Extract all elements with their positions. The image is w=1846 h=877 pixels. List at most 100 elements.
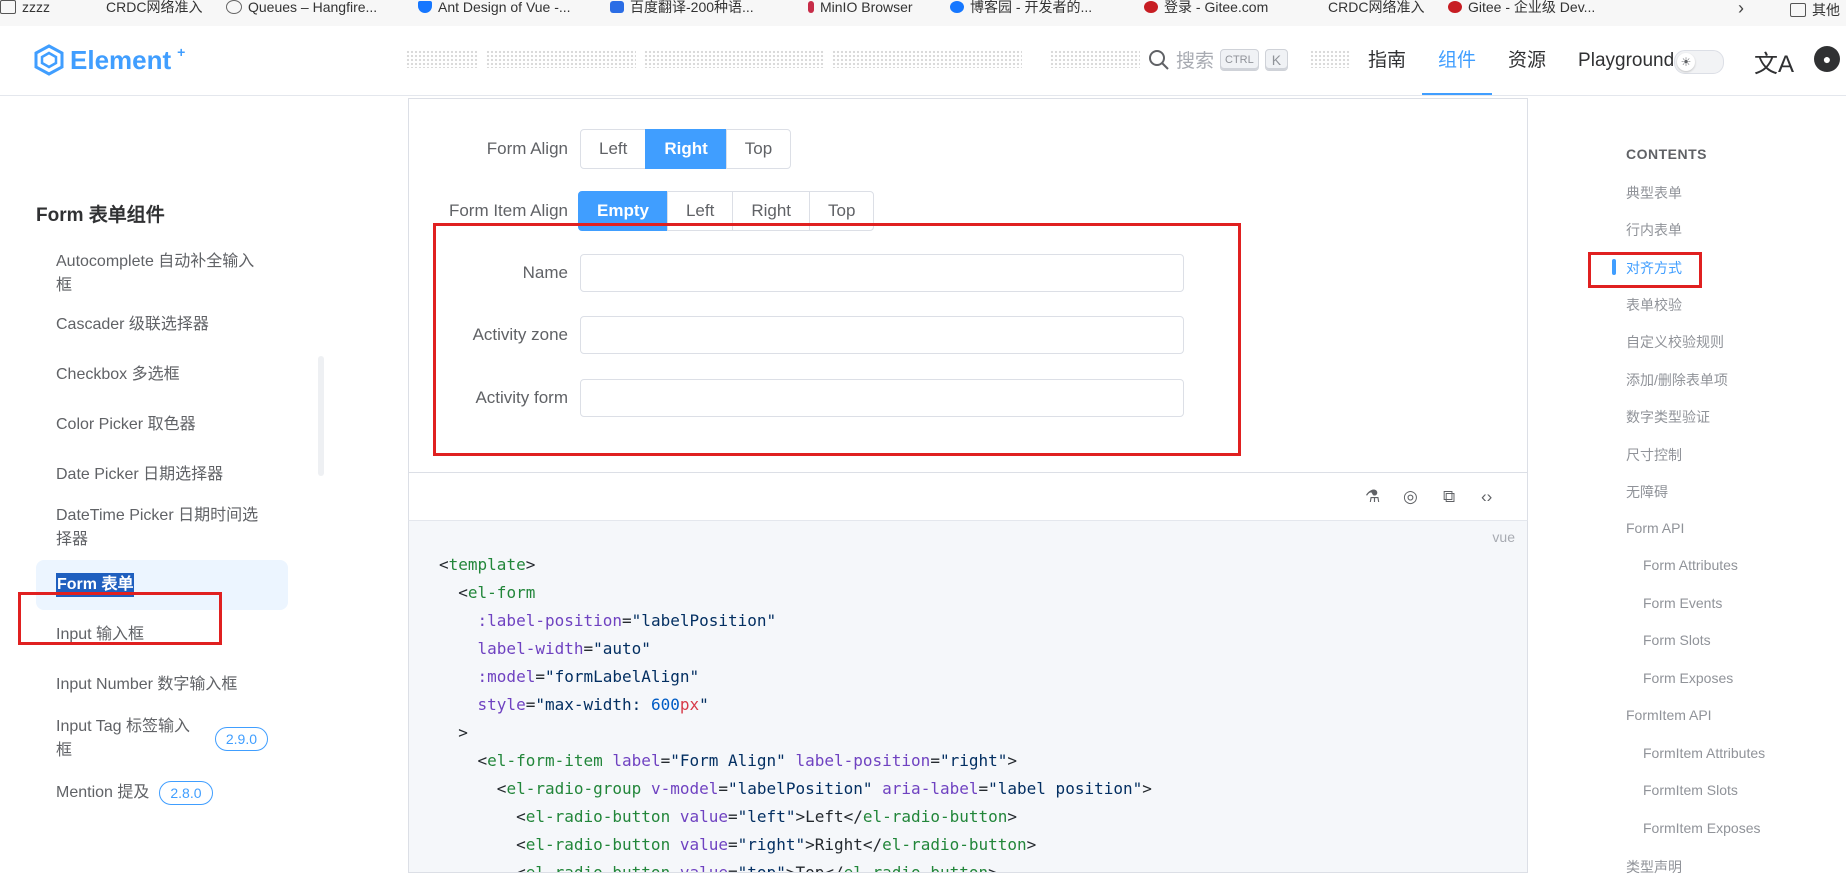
decor-dots-3 bbox=[644, 50, 824, 68]
toc-item[interactable]: 自定义校验规则 bbox=[1626, 332, 1724, 352]
chevron-right-icon[interactable]: › bbox=[1738, 0, 1744, 19]
kbd-k: K bbox=[1264, 48, 1289, 71]
toc-item[interactable]: 表单校验 bbox=[1626, 295, 1682, 315]
form-align-label: Form Align bbox=[486, 139, 568, 158]
top-navbar: Element + 搜索 CTRL K 指南 组件 资源 Playground ☀… bbox=[0, 26, 1846, 96]
copy-icon[interactable]: ⧉ bbox=[1443, 487, 1455, 507]
toc-item[interactable]: 添加/删除表单项 bbox=[1626, 370, 1728, 390]
github-icon[interactable]: ● bbox=[1814, 46, 1840, 72]
toc-item[interactable]: 类型声明 bbox=[1626, 857, 1682, 877]
bookmark-antdv[interactable]: Ant Design of Vue -... bbox=[418, 0, 571, 14]
sidebar-item-input-tag[interactable]: Input Tag 标签输入框 2.9.0 bbox=[36, 710, 288, 768]
folder-icon bbox=[1790, 3, 1806, 17]
toc-subitem[interactable]: FormItem Exposes bbox=[1643, 820, 1760, 836]
bookmark-baidu-translate[interactable]: 百度翻译-200种语... bbox=[610, 0, 754, 14]
nav-guide[interactable]: 指南 bbox=[1352, 26, 1422, 95]
sidebar-item-input-number[interactable]: Input Number 数字输入框 bbox=[36, 660, 288, 710]
form-align-left-button[interactable]: Left bbox=[580, 129, 647, 169]
code-block[interactable]: vue <template> <el-form :label-position=… bbox=[408, 520, 1528, 873]
sidebar-list: Autocomplete 自动补全输入框 Cascader 级联选择器 Chec… bbox=[36, 246, 288, 818]
decor-dots-6 bbox=[1310, 50, 1350, 68]
code-lines: <template> <el-form :label-position="lab… bbox=[439, 555, 1152, 873]
decor-dots-5 bbox=[1050, 50, 1140, 68]
sidebar: Form 表单组件 Autocomplete 自动补全输入框 Cascader … bbox=[0, 96, 330, 871]
annotation-box-form bbox=[433, 223, 1241, 456]
github-icon[interactable]: ◎ bbox=[1403, 487, 1418, 507]
kbd-ctrl: CTRL bbox=[1220, 48, 1259, 71]
main-nav: 指南 组件 资源 Playground bbox=[1352, 26, 1690, 95]
bookmark-crdc-2[interactable]: CRDC网络准入 bbox=[1328, 0, 1424, 14]
translate-icon bbox=[610, 1, 624, 13]
nav-resource[interactable]: 资源 bbox=[1492, 26, 1562, 95]
toc-subitem[interactable]: FormItem Attributes bbox=[1643, 745, 1765, 761]
form-align-radio-group: Left Right Top bbox=[580, 129, 792, 169]
version-badge: 2.9.0 bbox=[214, 727, 268, 751]
element-hexagon-icon bbox=[34, 44, 64, 76]
bookmark-gitee-login[interactable]: 登录 - Gitee.com bbox=[1144, 0, 1268, 14]
toc-subitem[interactable]: Form Events bbox=[1643, 595, 1722, 611]
toc-title: CONTENTS bbox=[1626, 146, 1707, 162]
ant-design-icon bbox=[418, 1, 432, 13]
sidebar-item-date-picker[interactable]: Date Picker 日期选择器 bbox=[36, 450, 288, 500]
theme-toggle[interactable]: ☀ bbox=[1674, 50, 1724, 74]
toc-subitem[interactable]: FormItem Slots bbox=[1643, 782, 1738, 798]
form-align-right-button[interactable]: Right bbox=[645, 129, 727, 169]
bookmark-gitee-dev[interactable]: Gitee - 企业级 Dev... bbox=[1448, 0, 1595, 14]
sidebar-item-color-picker[interactable]: Color Picker 取色器 bbox=[36, 400, 288, 450]
translate-icon[interactable]: 文A bbox=[1754, 44, 1794, 79]
bookmark-other-folder[interactable]: 其他 bbox=[1790, 0, 1840, 20]
bookmark-minio[interactable]: MinIO Browser bbox=[808, 0, 913, 14]
sidebar-item-mention[interactable]: Mention 提及 2.8.0 bbox=[36, 768, 288, 818]
bookmark-zzzz[interactable]: zzzz bbox=[0, 0, 50, 14]
minio-icon bbox=[808, 1, 814, 13]
search-icon bbox=[1149, 49, 1169, 70]
toc-subitem[interactable]: Form Attributes bbox=[1643, 557, 1738, 573]
sidebar-item-datetime-picker[interactable]: DateTime Picker 日期时间选择器 bbox=[36, 500, 288, 556]
logo-plus: + bbox=[177, 44, 186, 60]
toc-subitem[interactable]: Form Exposes bbox=[1643, 670, 1733, 686]
decor-dots-1 bbox=[406, 50, 478, 68]
sidebar-scrollbar[interactable] bbox=[318, 356, 324, 476]
toc-subitem[interactable]: Form Slots bbox=[1643, 632, 1711, 648]
bookmark-hangfire[interactable]: Queues – Hangfire... bbox=[226, 0, 377, 14]
flask-icon[interactable]: ⚗ bbox=[1365, 487, 1380, 507]
decor-dots-4 bbox=[832, 50, 1022, 68]
search-button[interactable]: 搜索 CTRL K bbox=[1148, 46, 1289, 73]
logo-text: Element bbox=[70, 44, 172, 75]
form-align-top-button[interactable]: Top bbox=[725, 129, 792, 169]
gitee-icon bbox=[1448, 1, 1462, 13]
folder-icon bbox=[0, 0, 16, 14]
nav-component[interactable]: 组件 bbox=[1422, 26, 1493, 95]
bookmarks-bar: zzzz CRDC网络准入 Queues – Hangfire... Ant D… bbox=[0, 0, 1846, 27]
sidebar-item-checkbox[interactable]: Checkbox 多选框 bbox=[36, 350, 288, 400]
code-toolbar: ⚗ ◎ ⧉ ‹› bbox=[408, 472, 1528, 521]
cnblogs-icon bbox=[950, 1, 964, 13]
decor-dots-2 bbox=[486, 50, 636, 68]
sidebar-item-cascader[interactable]: Cascader 级联选择器 bbox=[36, 300, 288, 350]
toc-item[interactable]: 无障碍 bbox=[1626, 482, 1668, 502]
annotation-box-sidebar bbox=[18, 592, 222, 645]
sidebar-item-autocomplete[interactable]: Autocomplete 自动补全输入框 bbox=[36, 246, 288, 300]
annotation-box-toc bbox=[1588, 252, 1702, 288]
form-align-row: Form Align Left Right Top bbox=[420, 129, 792, 169]
element-plus-logo[interactable]: Element + bbox=[34, 44, 185, 76]
form-item-align-label: Form Item Align bbox=[448, 201, 568, 220]
version-badge: 2.8.0 bbox=[159, 781, 213, 805]
toc-item[interactable]: 数字类型验证 bbox=[1626, 407, 1710, 427]
toc-item[interactable]: Form API bbox=[1626, 520, 1684, 536]
bookmark-cnblogs[interactable]: 博客园 - 开发者的... bbox=[950, 0, 1092, 14]
sidebar-section-title: Form 表单组件 bbox=[36, 205, 165, 226]
toc-item[interactable]: 典型表单 bbox=[1626, 183, 1682, 203]
toc-item[interactable]: 行内表单 bbox=[1626, 220, 1682, 240]
nav-playground[interactable]: Playground bbox=[1562, 26, 1690, 95]
toc-item[interactable]: 尺寸控制 bbox=[1626, 445, 1682, 465]
search-placeholder: 搜索 bbox=[1176, 51, 1215, 72]
bookmark-crdc-1[interactable]: CRDC网络准入 bbox=[106, 0, 202, 14]
toc-item[interactable]: FormItem API bbox=[1626, 707, 1712, 723]
code-language-label: vue bbox=[1492, 529, 1515, 545]
table-of-contents: CONTENTS 典型表单 行内表单 对齐方式 表单校验 自定义校验规则 添加/… bbox=[1580, 96, 1846, 875]
gitee-icon bbox=[1144, 1, 1158, 13]
globe-icon bbox=[226, 0, 242, 14]
code-icon[interactable]: ‹› bbox=[1481, 487, 1492, 507]
sun-icon: ☀ bbox=[1677, 53, 1695, 71]
